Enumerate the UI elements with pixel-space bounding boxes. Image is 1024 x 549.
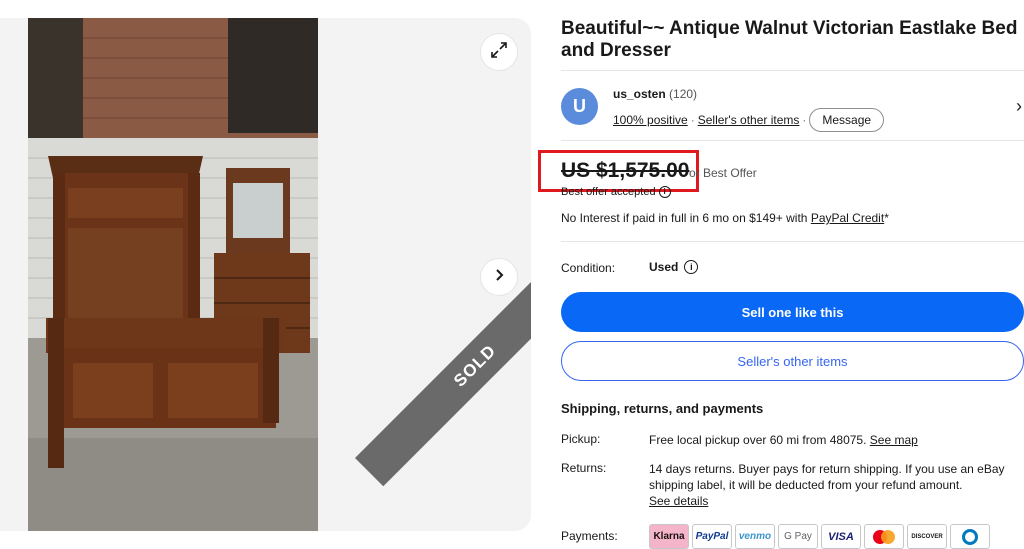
offer-accepted-row: Best offer accepted i [561, 186, 671, 198]
sold-label: SOLD [450, 340, 500, 391]
payment-methods: Klarna PayPal venmo G Pay VISA DISCOVER [649, 524, 990, 549]
chevron-right-icon[interactable]: › [1016, 96, 1022, 117]
discover-icon: DISCOVER [907, 524, 947, 549]
returns-label: Returns: [561, 461, 607, 475]
venmo-icon: venmo [735, 524, 775, 549]
see-map-link[interactable]: See map [870, 433, 918, 447]
listing-title: Beautiful~~ Antique Walnut Victorian Eas… [561, 18, 1018, 61]
sell-one-like-this-button[interactable]: Sell one like this [561, 292, 1024, 332]
seller-other-items-link[interactable]: Seller's other items [698, 113, 800, 127]
condition-value-row: Used i [649, 260, 699, 274]
price-amount: US $1,575.00 [561, 159, 690, 182]
financing-label: No Interest if paid in full in 6 mo on $… [561, 211, 811, 225]
klarna-icon: Klarna [649, 524, 689, 549]
condition-label: Condition: [561, 261, 616, 275]
message-button[interactable]: Message [809, 108, 885, 132]
info-icon[interactable]: i [684, 260, 699, 274]
mastercard-icon [864, 524, 904, 549]
paypal-icon: PayPal [692, 524, 732, 549]
diners-club-icon [950, 524, 990, 549]
seller-avatar[interactable]: U [561, 88, 598, 125]
seller-name-row: us_osten (120) [613, 87, 697, 101]
pickup-value: Free local pickup over 60 mi from 48075.… [649, 432, 1019, 448]
condition-value: Used [649, 260, 679, 274]
divider [561, 241, 1024, 242]
info-icon[interactable]: i [658, 186, 671, 198]
sellers-other-items-button[interactable]: Seller's other items [561, 341, 1024, 381]
seller-name[interactable]: us_osten [613, 87, 666, 101]
seller-positive-link[interactable]: 100% positive [613, 113, 688, 127]
shipping-heading: Shipping, returns, and payments [561, 401, 764, 416]
separator: · [690, 113, 695, 127]
divider [561, 140, 1024, 141]
expand-icon [490, 41, 508, 64]
returns-value: 14 days returns. Buyer pays for return s… [649, 461, 1019, 509]
seller-links: 100% positive · Seller's other items · M… [613, 108, 885, 132]
seller-card[interactable]: U us_osten (120) 100% positive · Seller'… [561, 84, 1024, 132]
listing-photo[interactable] [28, 18, 318, 531]
seller-feedback-count: (120) [669, 87, 698, 101]
divider [561, 70, 1024, 71]
google-pay-icon: G Pay [778, 524, 818, 549]
chevron-right-icon [492, 268, 506, 287]
financing-suffix: * [884, 211, 889, 225]
paypal-credit-link[interactable]: PayPal Credit [811, 211, 884, 225]
see-details-link[interactable]: See details [649, 494, 708, 508]
offer-accepted-text: Best offer accepted [561, 186, 656, 198]
best-offer-text: or Best Offer [689, 166, 757, 180]
next-image-button[interactable] [480, 258, 518, 296]
expand-image-button[interactable] [480, 33, 518, 71]
visa-icon: VISA [821, 524, 861, 549]
pickup-text: Free local pickup over 60 mi from 48075. [649, 433, 870, 447]
returns-text: 14 days returns. Buyer pays for return s… [649, 462, 1005, 492]
image-gallery: SOLD [0, 18, 531, 531]
pickup-label: Pickup: [561, 432, 601, 446]
financing-text: No Interest if paid in full in 6 mo on $… [561, 211, 889, 225]
payments-label: Payments: [561, 529, 618, 543]
separator: · [802, 113, 807, 127]
